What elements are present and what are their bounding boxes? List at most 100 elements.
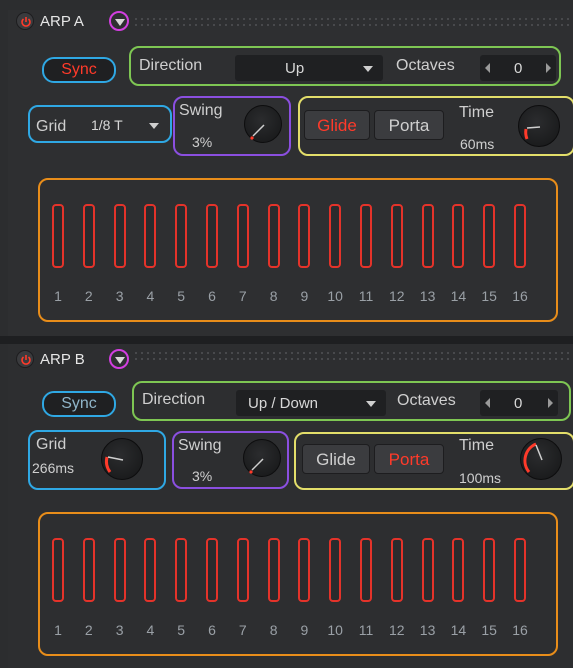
arp-a-step-16-slider[interactable] (514, 204, 526, 268)
arp-a-step-3-slider[interactable] (113, 204, 126, 268)
arp-a-step-15-slider[interactable] (483, 204, 496, 268)
arp-b-panel: ARP B Sync Direction Up / Down Octaves 0… (8, 344, 573, 668)
arp-b-step-10-slider[interactable] (329, 538, 342, 602)
arp-b-sync-button[interactable]: Sync (42, 391, 116, 417)
arp-b-octaves-stepper[interactable]: 0 (480, 390, 558, 416)
arp-b-step-5-number: 5 (177, 622, 186, 638)
arp-a-step-8-slider[interactable] (267, 204, 280, 268)
arp-b-step-8-number: 8 (269, 622, 278, 638)
arp-b-step-5-slider[interactable] (175, 538, 188, 602)
arp-b-title: ARP B (40, 351, 85, 368)
arp-b-swing-value: 3% (192, 468, 213, 484)
arp-b-step-16-slider[interactable] (514, 538, 526, 602)
arp-a-step-5-slider[interactable] (175, 204, 188, 268)
arp-a-porta-button[interactable]: Porta (374, 110, 444, 140)
chevron-down-icon (366, 401, 376, 407)
arp-b-time-knob[interactable] (520, 438, 562, 480)
header-dots (133, 350, 573, 362)
arp-a-step-13-slider[interactable] (421, 204, 434, 268)
arp-b-step-1-number: 1 (54, 622, 62, 638)
arp-a-grid-select[interactable]: 1/8 T (79, 113, 165, 137)
arrow-right-icon[interactable] (548, 398, 553, 408)
arp-b-direction-label: Direction (142, 391, 206, 408)
arp-a-direction-value: Up (285, 60, 305, 77)
arp-a-step-8-number: 8 (269, 288, 278, 304)
arp-b-direction-select[interactable]: Up / Down (236, 390, 386, 416)
arp-a-step-14-slider[interactable] (452, 204, 465, 268)
arp-b-step-8-slider[interactable] (267, 538, 280, 602)
arp-b-step-14-number: 14 (450, 622, 467, 638)
arp-a-octaves-stepper[interactable]: 0 (480, 55, 556, 81)
arp-b-step-14-slider[interactable] (452, 538, 465, 602)
chevron-down-icon (149, 123, 159, 129)
arp-b-step-9-slider[interactable] (298, 538, 311, 602)
arp-b-step-2-slider[interactable] (82, 538, 95, 602)
arp-b-step-7-slider[interactable] (236, 538, 249, 602)
arp-a-power-icon[interactable] (16, 12, 34, 30)
arp-a-step-12-slider[interactable] (390, 204, 403, 268)
arp-a-time-label: Time (459, 104, 494, 121)
arp-a-step-1-slider[interactable] (52, 204, 64, 268)
arp-a-step-7-slider[interactable] (236, 204, 249, 268)
arp-a-octaves-label: Octaves (396, 57, 455, 74)
header-dots (133, 16, 573, 28)
arp-b-glide-button[interactable]: Glide (302, 444, 370, 474)
arp-a-step-11-slider[interactable] (360, 204, 372, 268)
arp-b-menu-dropdown-icon[interactable] (109, 349, 129, 369)
arp-b-step-11-number: 11 (358, 622, 374, 638)
arp-b-step-2-number: 2 (84, 622, 93, 638)
arp-b-direction-value: Up / Down (248, 395, 319, 412)
arp-a-time-value: 60ms (460, 136, 495, 152)
arp-a-swing-value: 3% (192, 134, 213, 150)
arrow-right-icon[interactable] (546, 63, 551, 73)
arp-a-step-6-number: 6 (208, 288, 216, 304)
arp-b-time-value: 100ms (459, 470, 502, 486)
arp-a-step-9-slider[interactable] (298, 204, 311, 268)
arp-a-grid-label: Grid (36, 118, 67, 135)
arp-b-step-6-slider[interactable] (206, 538, 218, 602)
arp-a-sync-button[interactable]: Sync (42, 57, 116, 83)
arrow-left-icon[interactable] (485, 398, 490, 408)
arp-a-panel: ARP A Sync Direction Up Octaves 0 Grid 1… (8, 10, 573, 336)
arp-a-step-11-number: 11 (358, 288, 374, 304)
arp-b-porta-button[interactable]: Porta (374, 444, 444, 474)
arrow-left-icon[interactable] (485, 63, 490, 73)
arp-a-direction-select[interactable]: Up (235, 55, 383, 81)
arp-a-step-6-slider[interactable] (206, 204, 218, 268)
arp-b-step-4-slider[interactable] (144, 538, 157, 602)
arp-b-time-label: Time (459, 437, 494, 454)
arp-a-step-14-number: 14 (450, 288, 467, 304)
arp-a-swing-knob[interactable] (244, 105, 282, 143)
arp-b-grid-label: Grid (36, 436, 67, 453)
arp-b-step-12-number: 12 (389, 622, 405, 638)
arp-b-step-9-number: 9 (300, 622, 309, 638)
arp-a-step-1-number: 1 (54, 288, 62, 304)
arp-a-grid-value: 1/8 T (91, 117, 123, 133)
arp-b-step-12-slider[interactable] (390, 538, 403, 602)
arp-a-step-2-slider[interactable] (82, 204, 95, 268)
arp-b-grid-knob[interactable] (101, 438, 143, 480)
arp-b-step-1-slider[interactable] (52, 538, 64, 602)
arp-b-step-10-number: 10 (327, 622, 343, 638)
arp-a-step-4-slider[interactable] (144, 204, 157, 268)
arp-b-step-3-slider[interactable] (113, 538, 126, 602)
arp-a-swing-label: Swing (179, 102, 223, 119)
arp-b-step-13-number: 13 (419, 622, 436, 638)
arp-b-step-16-number: 16 (512, 622, 528, 638)
arp-a-step-10-number: 10 (327, 288, 343, 304)
arp-a-menu-dropdown-icon[interactable] (109, 11, 129, 31)
arp-b-step-13-slider[interactable] (421, 538, 434, 602)
arp-a-step-12-number: 12 (389, 288, 405, 304)
arp-a-step-15-number: 15 (481, 288, 497, 304)
arp-a-step-4-number: 4 (146, 288, 155, 304)
arp-a-direction-label: Direction (139, 57, 203, 74)
arp-a-step-3-number: 3 (115, 288, 124, 304)
arp-a-step-13-number: 13 (419, 288, 436, 304)
arp-b-step-11-slider[interactable] (360, 538, 372, 602)
arp-b-power-icon[interactable] (16, 350, 34, 368)
arp-a-glide-button[interactable]: Glide (304, 110, 370, 140)
arp-b-swing-knob[interactable] (243, 439, 281, 477)
arp-a-time-knob[interactable] (518, 105, 560, 147)
arp-a-step-10-slider[interactable] (329, 204, 342, 268)
arp-b-step-15-slider[interactable] (483, 538, 496, 602)
